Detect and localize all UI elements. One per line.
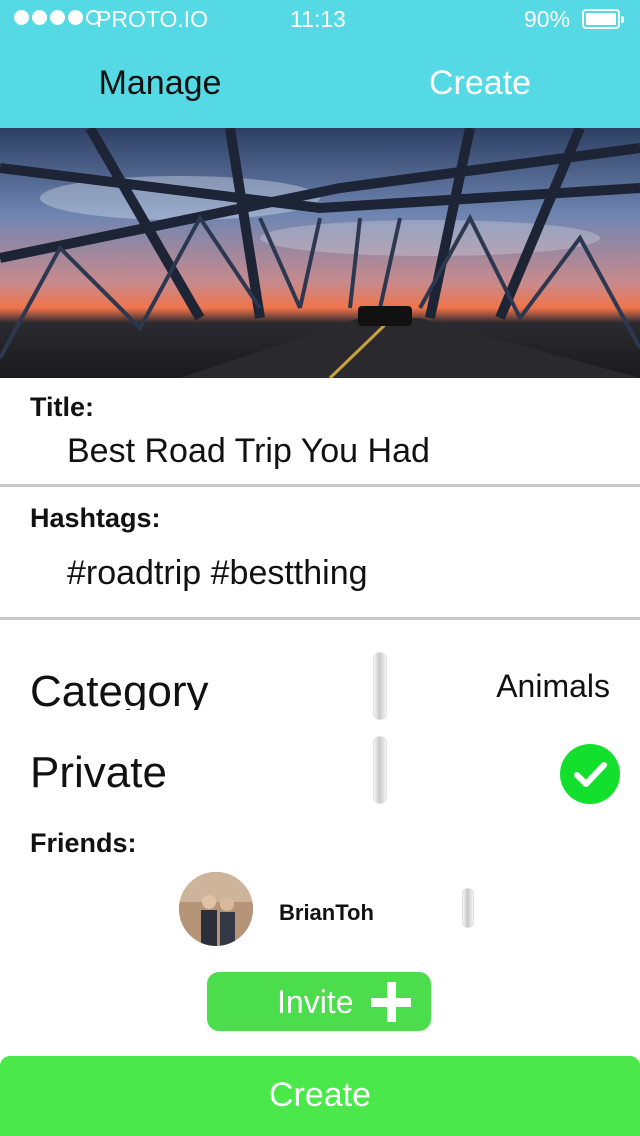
tab-manage[interactable]: Manage bbox=[0, 64, 320, 103]
friends-label: Friends: bbox=[30, 828, 137, 858]
title-label: Title: bbox=[30, 392, 95, 422]
plus-icon bbox=[371, 982, 411, 1022]
title-input[interactable]: Best Road Trip You Had bbox=[67, 432, 430, 471]
category-picker[interactable]: Animals bbox=[480, 668, 610, 705]
create-button[interactable]: Create bbox=[0, 1056, 640, 1136]
private-label: Private bbox=[30, 748, 167, 797]
carrier-name: PROTO.IO bbox=[96, 6, 209, 32]
hashtags-label: Hashtags: bbox=[30, 503, 161, 533]
category-scroll-handle[interactable] bbox=[373, 652, 387, 720]
signal-strength-icon bbox=[14, 10, 101, 25]
battery-icon bbox=[582, 9, 624, 29]
status-time: 11:13 bbox=[290, 6, 346, 32]
divider bbox=[0, 484, 640, 487]
friend-name: BrianToh bbox=[279, 900, 374, 925]
friend-avatar[interactable] bbox=[179, 872, 253, 946]
create-button-label: Create bbox=[268, 1076, 372, 1114]
battery-percentage: 90% bbox=[524, 6, 571, 32]
cover-photo[interactable] bbox=[0, 128, 640, 378]
private-checkbox[interactable] bbox=[560, 744, 620, 804]
hashtags-input[interactable]: #roadtrip #bestthing bbox=[67, 554, 368, 593]
friends-scroll-handle[interactable] bbox=[462, 888, 474, 928]
divider bbox=[0, 617, 640, 620]
tab-create[interactable]: Create bbox=[320, 64, 640, 103]
invite-label: Invite bbox=[277, 984, 354, 1020]
checkmark-icon bbox=[574, 762, 607, 787]
bridge-sunset-image bbox=[0, 128, 640, 378]
private-scroll-handle[interactable] bbox=[373, 736, 387, 804]
category-label: Category bbox=[30, 667, 209, 710]
invite-button[interactable]: Invite bbox=[207, 972, 431, 1031]
